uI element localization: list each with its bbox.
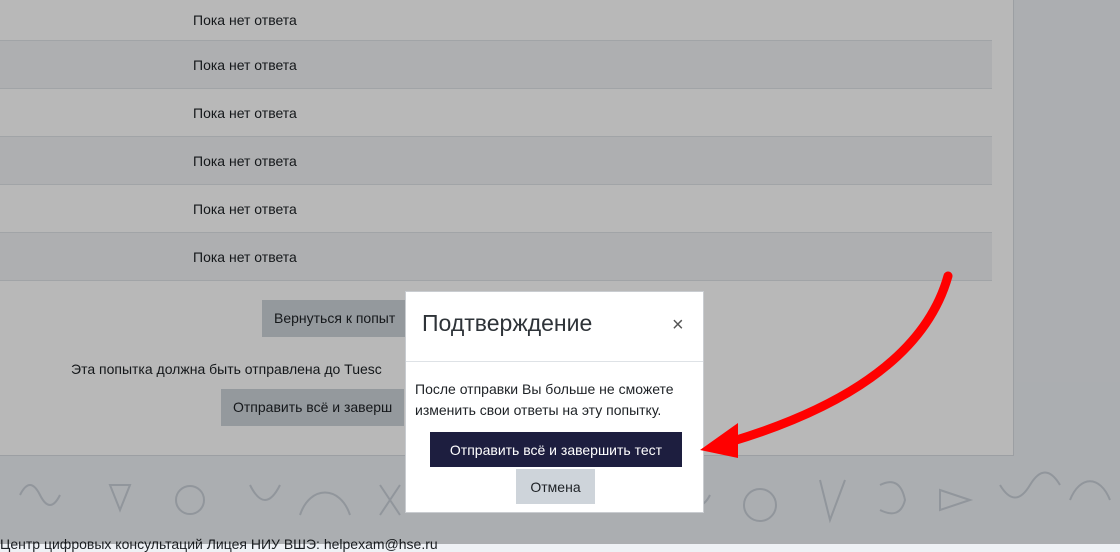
- dialog-title: Подтверждение: [422, 310, 593, 336]
- cancel-button[interactable]: Отмена: [516, 469, 595, 504]
- dialog-message: После отправки Вы больше не сможете изме…: [415, 381, 674, 418]
- close-icon[interactable]: ×: [672, 314, 684, 337]
- dialog-header: Подтверждение ×: [406, 292, 703, 362]
- confirmation-dialog: Подтверждение × После отправки Вы больше…: [405, 291, 704, 513]
- confirm-submit-button[interactable]: Отправить всё и завершить тест: [430, 432, 682, 467]
